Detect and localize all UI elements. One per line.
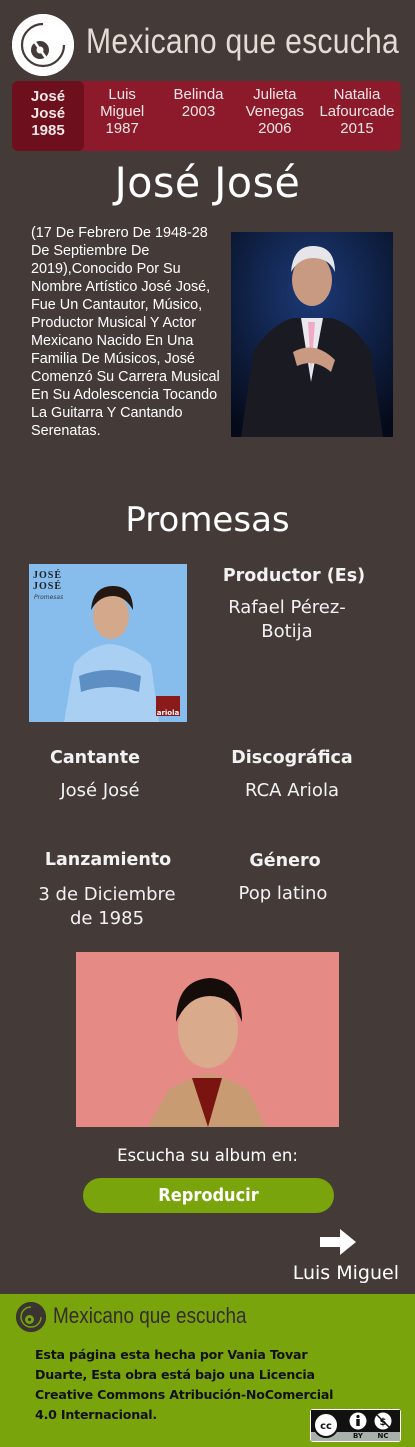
nav-item-jose-jose[interactable]: José José 1985: [12, 81, 84, 151]
singer-label: Cantante: [50, 748, 140, 768]
cover-artist-text: JOSÉ JOSÉ: [33, 570, 63, 592]
vinyl-disc-icon[interactable]: [12, 14, 74, 76]
record-label-label: Discográfica: [231, 748, 353, 768]
nav-item-luis-miguel[interactable]: Luis Miguel 1987: [84, 81, 160, 151]
header: Mexicano que escucha: [0, 0, 415, 80]
producer-label: Productor (Es): [222, 566, 366, 586]
nav-item-year: 2015: [340, 120, 374, 137]
record-label-value: RCA Ariola: [245, 780, 339, 801]
nav-item-label: Belinda: [173, 86, 224, 103]
genre-label: Género: [249, 851, 321, 871]
nav-item-year: 2003: [181, 103, 216, 120]
svg-text:cc: cc: [320, 1421, 332, 1432]
album-cover: JOSÉ JOSÉ Promesas ariola: [29, 564, 187, 722]
album-title: Promesas: [125, 500, 290, 540]
cover-album-text: Promesas: [34, 594, 64, 601]
singer-value: José José: [60, 780, 140, 801]
nav-item-julieta-venegas[interactable]: Julieta Venegas 2006: [237, 81, 313, 151]
arrow-right-icon: [318, 1228, 358, 1260]
listen-text: Escucha su album en:: [117, 1146, 298, 1165]
nav-item-year: 1987: [105, 120, 139, 137]
footer-title: Mexicano que escucha: [53, 1303, 247, 1328]
release-value: 3 de Diciembre de 1985: [38, 884, 176, 929]
cc-by-label: BY: [352, 1432, 364, 1440]
next-artist-link[interactable]: Luis Miguel: [284, 1228, 404, 1288]
app-title: Mexicano que escucha: [86, 22, 400, 61]
artist-photo: [231, 232, 393, 437]
nav-item-label: José José: [30, 88, 66, 122]
cover-label-text: ariola: [156, 709, 180, 717]
next-artist-label: Luis Miguel: [292, 1262, 399, 1284]
producer-value: Rafael Pérez-Botija: [228, 597, 346, 642]
footer: Mexicano que escucha Esta página esta he…: [0, 1294, 415, 1447]
artist-bio: (17 De Febrero De 1948-28 De Septiembre …: [31, 225, 220, 439]
artist-name: José José: [114, 158, 301, 207]
nav-item-label: Natalia Lafourcade: [319, 86, 395, 120]
play-button[interactable]: Reproducir: [83, 1178, 334, 1213]
nav-item-natalia-lafourcade[interactable]: Natalia Lafourcade 2015: [313, 81, 401, 151]
nav-item-year: 2006: [258, 120, 292, 137]
genre-value: Pop latino: [238, 883, 328, 904]
creative-commons-badge[interactable]: cc $ BY NC: [310, 1409, 401, 1442]
nav-item-belinda[interactable]: Belinda 2003: [160, 81, 236, 151]
nav-item-year: 1985: [31, 122, 65, 139]
artist-portrait: [76, 952, 339, 1127]
license-text: Esta página esta hecha por Vania Tovar D…: [35, 1347, 334, 1422]
cc-nc-label: NC: [377, 1432, 389, 1440]
artist-nav: José José 1985 Luis Miguel 1987 Belinda …: [12, 81, 401, 151]
nav-item-label: Julieta Venegas: [245, 86, 304, 120]
nav-item-label: Luis Miguel: [100, 86, 145, 120]
release-label: Lanzamiento: [44, 850, 172, 870]
vinyl-disc-icon: [16, 1302, 46, 1332]
